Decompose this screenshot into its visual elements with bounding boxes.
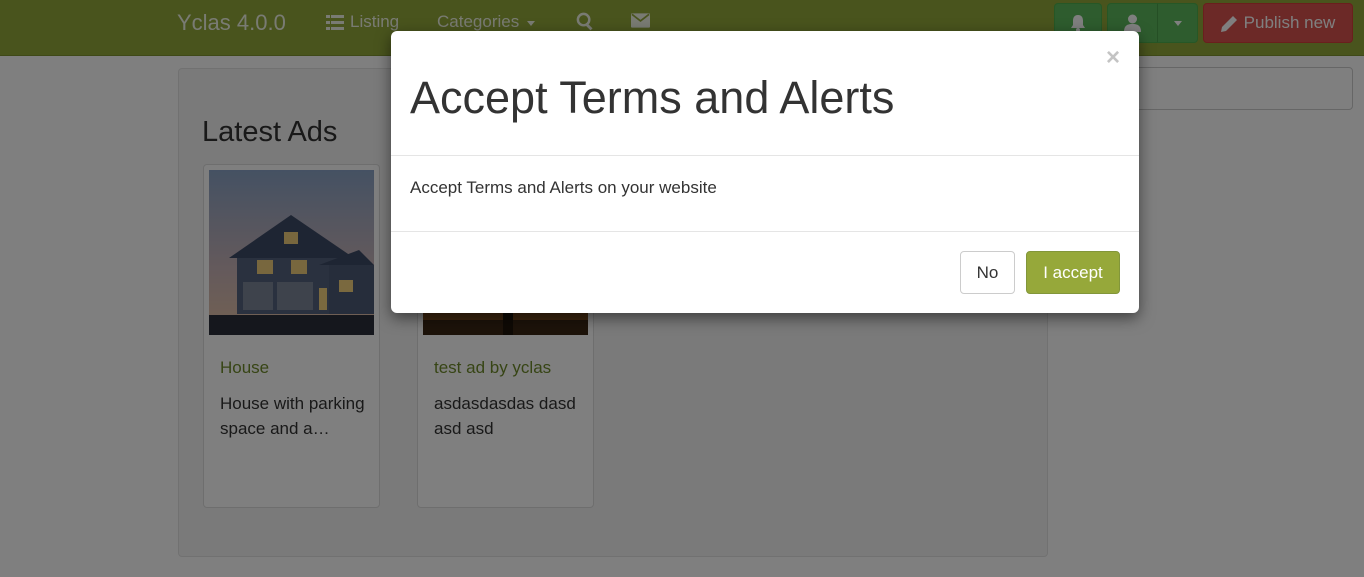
modal-title: Accept Terms and Alerts <box>410 72 895 123</box>
modal-header-divider <box>391 155 1139 156</box>
close-icon[interactable]: × <box>1106 46 1120 70</box>
terms-modal: × Accept Terms and Alerts Accept Terms a… <box>391 31 1139 313</box>
no-button[interactable]: No <box>960 251 1015 294</box>
modal-body-text: Accept Terms and Alerts on your website <box>410 178 717 197</box>
modal-footer-divider <box>391 231 1139 232</box>
accept-button[interactable]: I accept <box>1026 251 1120 294</box>
